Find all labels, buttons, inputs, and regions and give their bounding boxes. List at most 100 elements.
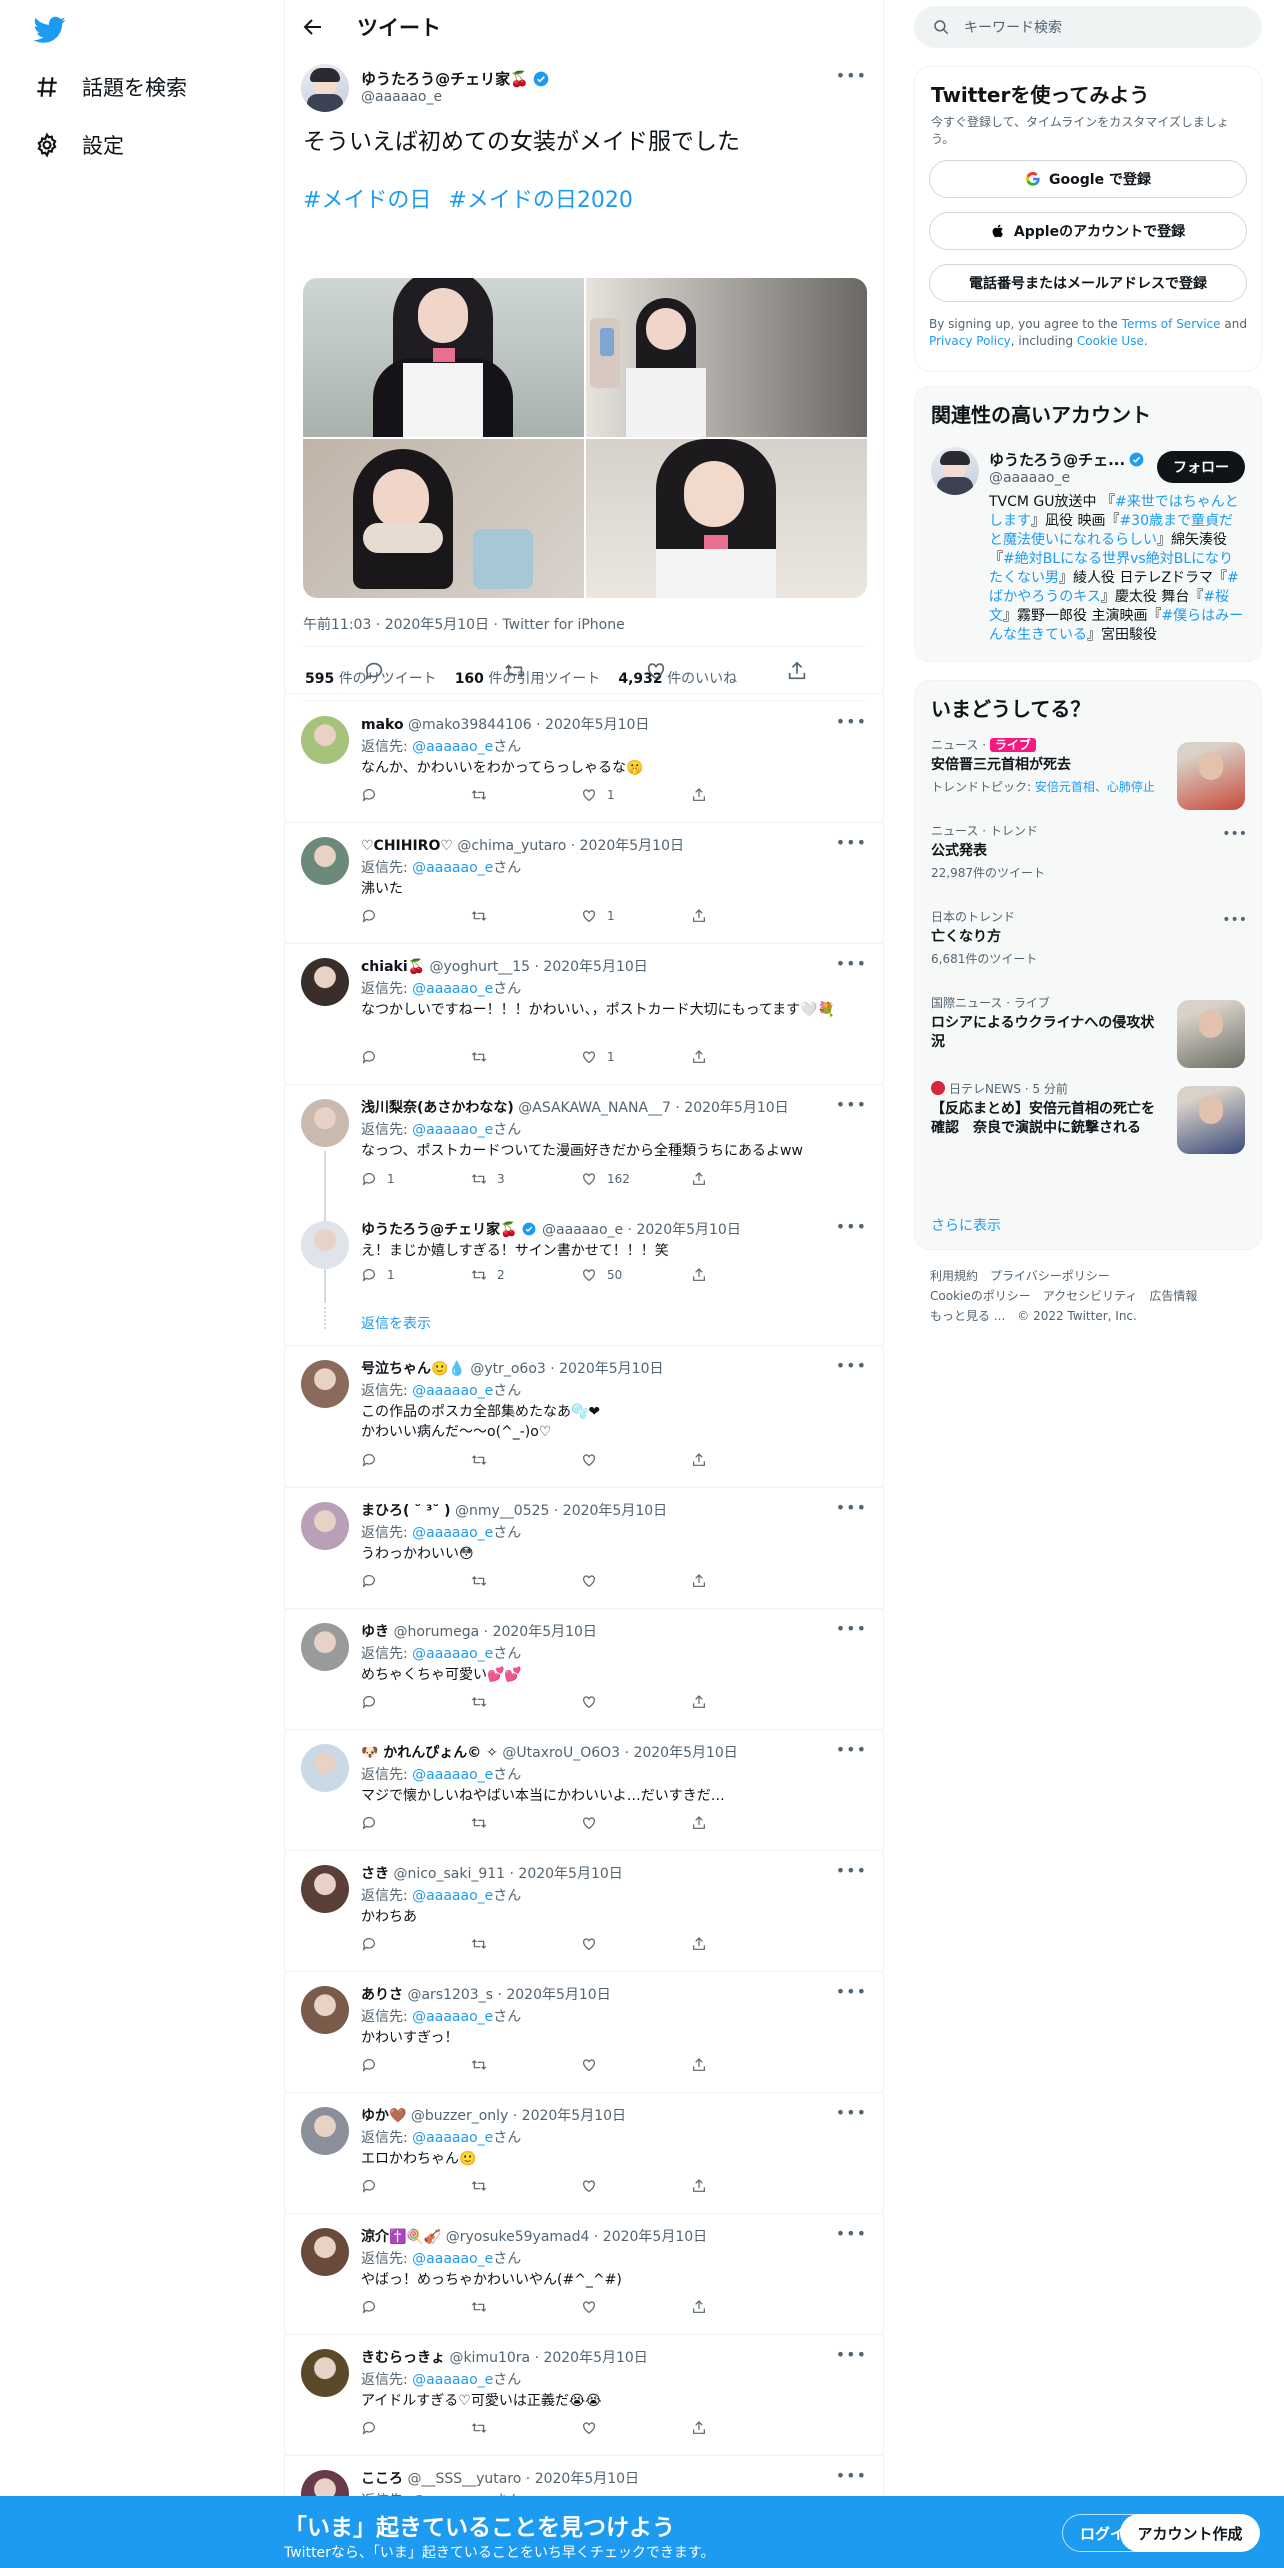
replying-to-link[interactable]: @aaaaao_e (412, 2251, 493, 2267)
cookie-link[interactable]: Cookie Use (1077, 334, 1144, 348)
reply-tweet[interactable]: まひろ( ˘ ³˘ ) @nmy__0525 · 2020年5月10日 返信先: … (285, 1488, 883, 1609)
share-button[interactable] (691, 1815, 781, 1831)
reply-tweet[interactable]: ゆか🤎 @buzzer_only · 2020年5月10日 返信先: @aaaaa… (285, 2093, 883, 2214)
reply-tweet[interactable]: ありさ @ars1203_s · 2020年5月10日 返信先: @aaaaao_… (285, 1972, 883, 2093)
more-options-icon[interactable]: ••• (836, 66, 867, 85)
more-options-icon[interactable]: ••• (836, 954, 867, 973)
reply-author-name[interactable]: mako (361, 717, 404, 733)
share-button[interactable] (691, 787, 781, 803)
share-button[interactable] (691, 1573, 781, 1589)
reply-author-name[interactable]: さき (361, 1866, 389, 1882)
more-options-icon[interactable]: ••• (836, 1095, 867, 1114)
retweet-button[interactable] (471, 2178, 561, 2194)
photo-1[interactable] (303, 278, 584, 437)
reply-tweet[interactable]: 涼介✝️🍭🎻 @ryosuke59yamad4 · 2020年5月10日 返信先:… (285, 2214, 883, 2335)
reply-button[interactable] (361, 2057, 451, 2073)
more-options-icon[interactable]: ••• (1222, 912, 1247, 928)
like-button[interactable] (581, 2299, 671, 2315)
like-button[interactable]: 1 (581, 908, 671, 924)
reply-button[interactable] (361, 2420, 451, 2436)
terms-link[interactable]: Terms of Service (1122, 317, 1221, 331)
replying-to-link[interactable]: @aaaaao_e (412, 1888, 493, 1904)
more-options-icon[interactable]: ••• (836, 1217, 867, 1236)
reply-avatar[interactable] (301, 1865, 349, 1913)
back-arrow-icon[interactable] (301, 15, 325, 39)
retweet-button[interactable] (471, 908, 561, 924)
avatar[interactable] (301, 64, 349, 112)
reply-author-name[interactable]: まひろ( ˘ ³˘ ) (361, 1503, 451, 1519)
reply-author-name[interactable]: 浅川梨奈(あさかわなな) (361, 1100, 514, 1116)
reply-tweet[interactable]: mako @mako39844106 · 2020年5月10日 返信先: @aaa… (285, 702, 883, 823)
reply-avatar[interactable] (301, 1502, 349, 1550)
like-button[interactable]: 162 (581, 1171, 671, 1187)
replying-to-link[interactable]: @aaaaao_e (412, 860, 493, 876)
share-button[interactable] (691, 2420, 781, 2436)
reply-tweet[interactable]: ゆき @horumega · 2020年5月10日 返信先: @aaaaao_eさ… (285, 1609, 883, 1730)
more-options-icon[interactable]: ••• (836, 2224, 867, 2243)
more-options-icon[interactable]: ••• (836, 1861, 867, 1880)
retweet-button[interactable] (471, 1452, 561, 1468)
more-options-icon[interactable]: ••• (836, 2466, 867, 2485)
footer-links[interactable]: 利用規約 プライバシーポリシー Cookieのポリシー アクセシビリティ 広告情… (930, 1266, 1197, 1326)
follow-button[interactable]: フォロー (1157, 451, 1245, 483)
replying-to-link[interactable]: @aaaaao_e (412, 2009, 493, 2025)
more-options-icon[interactable]: ••• (836, 833, 867, 852)
privacy-link[interactable]: Privacy Policy (929, 334, 1011, 348)
trend-topic-link[interactable]: 安倍元首相、心肺停止 (1035, 780, 1155, 794)
more-options-icon[interactable]: ••• (836, 712, 867, 731)
retweet-button[interactable] (471, 2057, 561, 2073)
retweet-button[interactable] (471, 2299, 561, 2315)
retweet-button[interactable] (471, 1573, 561, 1589)
replying-to-link[interactable]: @aaaaao_e (412, 1383, 493, 1399)
reply-author-name[interactable]: ゆき (361, 1624, 389, 1640)
reply-icon[interactable] (363, 660, 385, 682)
like-button[interactable] (581, 1573, 671, 1589)
reply-author-name[interactable]: ありさ (361, 1987, 403, 2003)
nav-explore[interactable]: 話題を検索 (34, 72, 187, 102)
reply-avatar[interactable] (301, 2228, 349, 2276)
reply-author-name[interactable]: 号泣ちゃん🙂💧 (361, 1361, 466, 1377)
more-options-icon[interactable]: ••• (836, 1982, 867, 2001)
reply-button[interactable]: 1 (361, 1171, 451, 1187)
reply-tweet[interactable]: さき @nico_saki_911 · 2020年5月10日 返信先: @aaaa… (285, 1851, 883, 1972)
retweet-button[interactable]: 3 (471, 1171, 561, 1187)
reply-author-name[interactable]: きむらっきょ (361, 2350, 445, 2366)
reply-tweet[interactable]: 🐶 かれんぴょん© ✧ @UtaxroU_O6O3 · 2020年5月10日 返信… (285, 1730, 883, 1851)
reply-avatar[interactable] (301, 1360, 349, 1408)
more-options-icon[interactable]: ••• (836, 2103, 867, 2122)
search-input[interactable]: キーワード検索 (964, 17, 1062, 37)
share-button[interactable] (691, 1452, 781, 1468)
share-icon[interactable] (786, 660, 808, 682)
share-button[interactable] (691, 1694, 781, 1710)
apple-signup-button[interactable]: Appleのアカウントで登録 (929, 212, 1247, 250)
reply-tweet[interactable]: chiaki🍒 @yoghurt__15 · 2020年5月10日 返信先: @a… (285, 944, 883, 1085)
reply-avatar[interactable] (301, 2107, 349, 2155)
reply-tweet[interactable]: きむらっきょ @kimu10ra · 2020年5月10日 返信先: @aaaaa… (285, 2335, 883, 2456)
reply-avatar[interactable] (301, 837, 349, 885)
replying-to-link[interactable]: @aaaaao_e (412, 1525, 493, 1541)
trend-item[interactable]: ニュース · トレンド 公式発表 22,987件のツイート ••• (915, 814, 1261, 900)
retweet-button[interactable]: 2 (471, 1267, 561, 1283)
like-button[interactable] (581, 1936, 671, 1952)
more-options-icon[interactable]: ••• (836, 1356, 867, 1375)
reply-button[interactable] (361, 1452, 451, 1468)
retweet-button[interactable] (471, 2420, 561, 2436)
like-button[interactable] (581, 2420, 671, 2436)
footer-line-1[interactable]: 利用規約 プライバシーポリシー (930, 1266, 1197, 1286)
reply-button[interactable] (361, 1694, 451, 1710)
reply-avatar[interactable] (301, 1221, 349, 1269)
reply-author-name[interactable]: 🐶 かれんぴょん© ✧ (361, 1745, 498, 1761)
trend-item[interactable]: ニュース · ライブ 安倍晋三元首相が死去 トレンドトピック: 安倍元首相、心肺停止 (915, 728, 1261, 814)
signup-button[interactable]: アカウント作成 (1120, 2514, 1260, 2552)
share-button[interactable] (691, 1171, 781, 1187)
like-button[interactable]: 1 (581, 787, 671, 803)
replying-to-link[interactable]: @aaaaao_e (412, 1646, 493, 1662)
reply-button[interactable] (361, 908, 451, 924)
share-button[interactable] (691, 1936, 781, 1952)
reply-avatar[interactable] (301, 716, 349, 764)
like-icon[interactable] (645, 660, 667, 682)
share-button[interactable] (691, 1267, 781, 1283)
reply-button[interactable] (361, 1049, 451, 1065)
replying-to-link[interactable]: @aaaaao_e (412, 1767, 493, 1783)
reply-author-name[interactable]: こころ (361, 2471, 403, 2487)
